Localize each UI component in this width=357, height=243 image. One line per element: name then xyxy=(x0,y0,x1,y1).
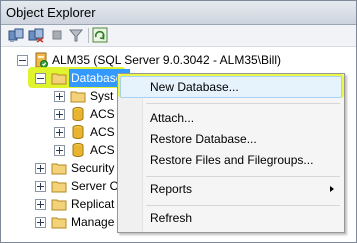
menu-separator xyxy=(146,103,340,104)
expand-icon[interactable] xyxy=(35,217,46,228)
menu-item-new-database[interactable]: New Database... xyxy=(120,76,342,98)
menu-item-label: Restore Database... xyxy=(150,132,257,146)
tree-node-management[interactable]: Manage xyxy=(1,213,116,231)
menu-item-label: Restore Files and Filegroups... xyxy=(150,153,314,167)
toolbar-separator xyxy=(88,28,89,43)
menu-item-restore-database[interactable]: Restore Database... xyxy=(120,128,342,150)
expand-icon[interactable] xyxy=(35,199,46,210)
tree-node-label: Server O xyxy=(71,179,120,193)
menu-item-refresh[interactable]: Refresh xyxy=(120,207,342,229)
tree-node-replication[interactable]: Replicat xyxy=(1,195,116,213)
tree-node-label: ACS xyxy=(90,107,115,121)
menu-separator xyxy=(146,176,340,177)
object-explorer-toolbar xyxy=(1,25,356,47)
expand-icon[interactable] xyxy=(35,163,46,174)
tree-node-label: ACS xyxy=(90,143,115,157)
folder-icon xyxy=(51,214,67,235)
tree-node-security[interactable]: Security xyxy=(1,159,116,177)
object-explorer-panel: Object Explorer ALM35 (SQL Server 9.0.30… xyxy=(0,0,357,243)
collapse-icon[interactable] xyxy=(17,55,28,66)
menu-item-attach[interactable]: Attach... xyxy=(120,107,342,129)
tree-node-database[interactable]: ACS xyxy=(1,123,116,141)
tree-node-label: Replicat xyxy=(71,197,115,211)
menu-item-label: Reports xyxy=(150,182,193,196)
tree-node-database[interactable]: ACS xyxy=(1,141,116,159)
tree-node-label: ACS xyxy=(90,125,115,139)
expand-icon[interactable] xyxy=(54,109,65,120)
menu-item-label: Refresh xyxy=(150,211,193,225)
filter-icon[interactable] xyxy=(68,27,84,43)
collapse-icon[interactable] xyxy=(35,73,46,84)
menu-item-restore-files[interactable]: Restore Files and Filegroups... xyxy=(120,149,342,171)
tree-node-system-databases[interactable]: Syst xyxy=(1,87,116,105)
tree-node-databases[interactable]: Databases xyxy=(1,69,131,87)
refresh-icon[interactable] xyxy=(92,27,108,43)
expand-icon[interactable] xyxy=(54,145,65,156)
submenu-arrow-icon xyxy=(330,186,334,192)
context-menu: New Database... Attach... Restore Databa… xyxy=(117,73,345,233)
tree-node-label: Manage xyxy=(71,215,115,229)
panel-title: Object Explorer xyxy=(6,5,96,20)
stop-icon[interactable] xyxy=(49,27,65,43)
menu-item-label: Attach... xyxy=(150,111,195,125)
menu-item-reports[interactable]: Reports xyxy=(120,178,342,200)
menu-item-label: New Database... xyxy=(150,80,239,94)
tree-node-label: Syst xyxy=(90,89,114,103)
expand-icon[interactable] xyxy=(54,91,65,102)
tree-node-database[interactable]: ACS xyxy=(1,105,116,123)
expand-icon[interactable] xyxy=(54,127,65,138)
tree-node-label: Security xyxy=(71,161,115,175)
disconnect-icon[interactable] xyxy=(28,27,44,43)
expand-icon[interactable] xyxy=(35,181,46,192)
menu-separator xyxy=(146,205,340,206)
panel-titlebar: Object Explorer xyxy=(1,1,356,25)
tree-node-server-objects[interactable]: Server O xyxy=(1,177,120,195)
connect-icon[interactable] xyxy=(8,27,24,43)
